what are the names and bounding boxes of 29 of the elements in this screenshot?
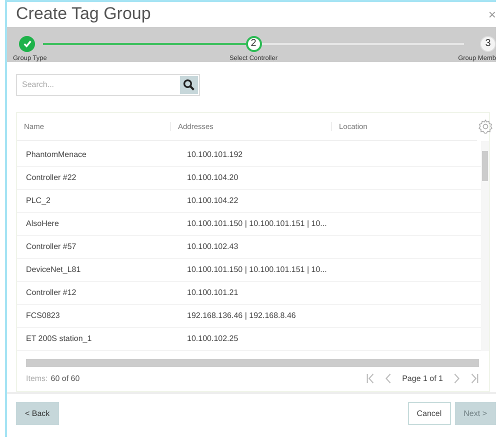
- table-row[interactable]: Controller #12 10.100.101.21: [17, 282, 481, 304]
- table-row[interactable]: FCS0823 192.168.136.46 | 192.168.8.46: [17, 304, 481, 328]
- step-circle: 2: [246, 36, 262, 52]
- horizontal-scrollbar[interactable]: [26, 358, 479, 366]
- dialog-title: Create Tag Group: [16, 4, 151, 24]
- check-icon: [22, 39, 32, 48]
- search-button[interactable]: [180, 76, 198, 94]
- previous-page-icon[interactable]: [384, 373, 394, 384]
- next-page-icon[interactable]: [452, 373, 461, 384]
- table-row[interactable]: PhantomMenace 10.100.101.192: [17, 144, 481, 166]
- table-row[interactable]: Controller #22 10.100.104.20: [17, 166, 481, 190]
- table-row[interactable]: PLC_2 10.100.104.22: [17, 190, 481, 212]
- search-icon: [183, 78, 195, 90]
- first-page-icon[interactable]: [366, 373, 376, 384]
- table-row[interactable]: AlsoHere 10.100.101.150 | 10.100.101.151 | 10...: [17, 212, 481, 236]
- table-row[interactable]: Controller #57 10.100.102.43: [17, 236, 481, 258]
- cancel-button[interactable]: Cancel: [408, 402, 451, 425]
- settings-icon[interactable]: [478, 118, 493, 134]
- search-field[interactable]: Search...: [16, 74, 200, 96]
- items-count: 60 of 60: [50, 374, 80, 383]
- back-button[interactable]: < Back: [16, 402, 59, 425]
- page-indicator: Page 1 of 1: [402, 374, 443, 383]
- items-label: Items:: [26, 374, 48, 383]
- search-input[interactable]: Search...: [18, 79, 180, 90]
- table-row[interactable]: ET 200S station_1 10.100.102.25: [17, 328, 481, 350]
- table-row[interactable]: DeviceNet_L81 10.100.101.150 | 10.100.101.151 | 10...: [17, 258, 481, 282]
- last-page-icon[interactable]: [470, 373, 479, 384]
- vertical-scrollbar[interactable]: [481, 140, 489, 350]
- step-circle: 3: [480, 36, 496, 52]
